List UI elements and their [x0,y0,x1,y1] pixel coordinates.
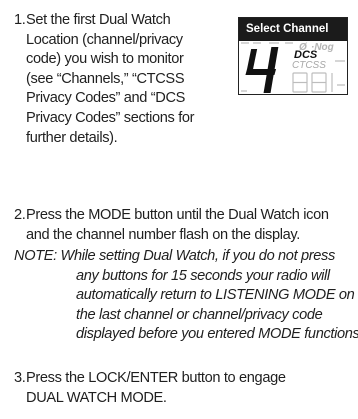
note-line: displayed before you entered MODE functi… [76,326,358,343]
note-line: any buttons for 15 seconds your radio wi… [76,267,330,284]
step-2: 2. Press the MODE button until the Dual … [14,206,354,245]
step-2-line: Press the MODE button until the Dual Wat… [26,207,329,223]
step-1-line: Privacy Codes” and “DCS [26,90,186,107]
note-line: NOTE: While setting Dual Watch, if you d… [14,248,335,264]
step-3-line: DUAL WATCH MODE. [26,389,167,406]
note: NOTE: While setting Dual Watch, if you d… [14,247,358,345]
lcd-header: Select Channel [239,18,347,41]
step-2-number: 2. [14,207,26,223]
note-line: the last channel or channel/privacy code [76,306,323,323]
lcd-display-icon: Ø ·Nog DCS CTCSS [239,41,347,94]
step-1-number: 1. [14,12,26,28]
step-1: 1. Set the first Dual Watch Location (ch… [14,11,230,148]
ctcss-label: CTCSS [292,60,326,71]
step-1-line: (see “Channels,” “CTCSS [26,70,185,87]
step-3-line: Press the LOCK/ENTER button to engage [26,370,286,386]
step-1-line: Privacy Codes” sections for [26,109,195,126]
lcd-display-figure: Select Channel Ø ·Nog DCS CTCSS [238,17,348,95]
step-1-line: Location (channel/privacy [26,31,183,48]
step-3: 3. Press the LOCK/ENTER button to engage… [14,369,354,408]
step-2-line: and the channel number flash on the disp… [26,226,300,243]
step-1-line: code) you wish to monitor [26,51,184,68]
step-1-line: Set the first Dual Watch [26,12,171,28]
step-1-line: further details). [26,129,118,146]
note-line: automatically return to LISTENING MODE o… [76,287,355,304]
step-3-number: 3. [14,370,26,386]
